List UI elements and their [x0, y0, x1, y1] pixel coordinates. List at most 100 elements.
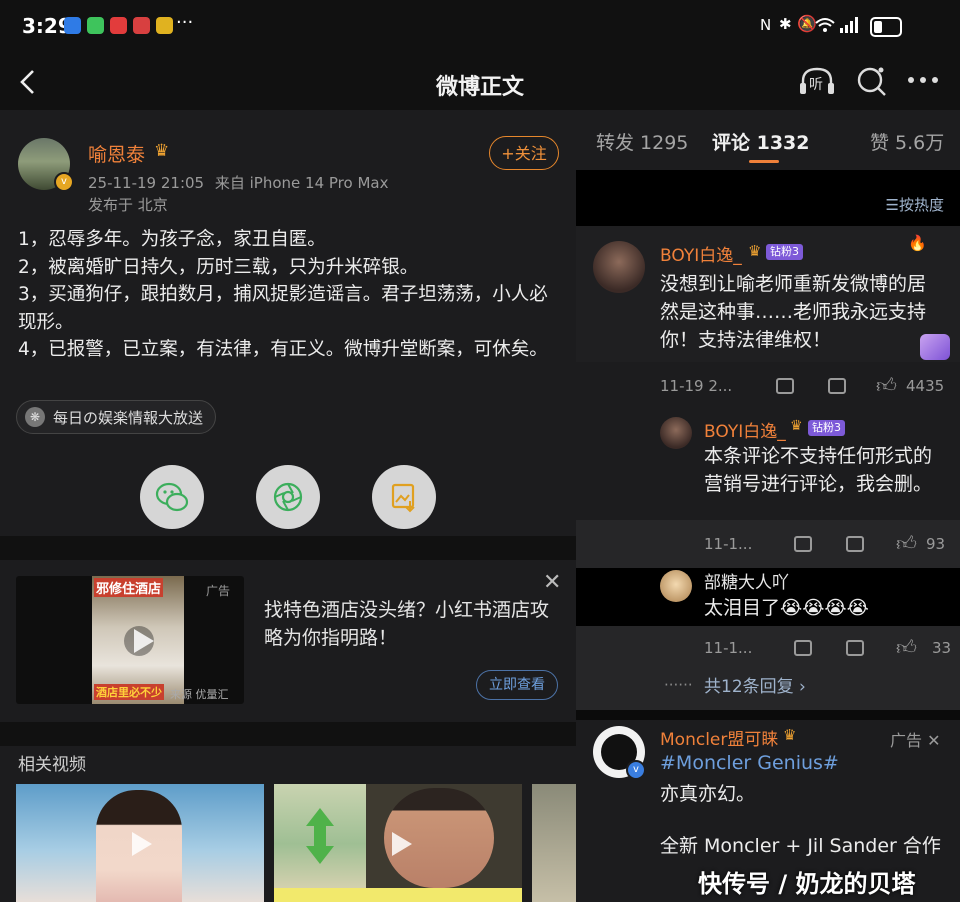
tab-bar: 转发 1295 评论 1332 赞 5.6万 [576, 110, 960, 170]
post-body: 1，忍辱多年。为孩子念，家丑自匿。 2，被离婚旷日持久，历时三载，只为升米碎银。… [18, 226, 563, 364]
verified-badge-icon: v [54, 172, 74, 192]
repost-icon[interactable] [776, 378, 794, 394]
like-icon[interactable]: 👍︎ [876, 373, 897, 398]
sort-by-hot-button[interactable]: ☰按热度 [886, 194, 944, 215]
reply-icon[interactable] [846, 640, 864, 656]
like-icon[interactable]: 👍︎ [896, 635, 917, 660]
play-icon-2 [392, 832, 412, 856]
ad-thumbnail[interactable]: 邪修住酒店 酒店里必不少 广告 来源 优量汇 [16, 576, 244, 704]
reply-icon[interactable] [846, 536, 864, 552]
ellipsis: ······ [664, 676, 693, 694]
app-notification-icon-3 [156, 17, 173, 34]
listen-label: 听 [809, 77, 823, 93]
play-icon [132, 832, 152, 856]
ad-thumb-label: 广告 [206, 584, 231, 598]
tag-icon: ❋ [25, 407, 45, 427]
comment-text: 没想到让喻老师重新发微博的居然是这种事……老师我永远支持你！支持法律维权！ [660, 273, 927, 351]
post-panel: v 喻恩泰 ♛ 25-11-19 21:05 来自 iPhone 14 Pro … [0, 110, 576, 902]
ad-label-text: 广告 [890, 731, 923, 750]
nav-bar: 微博正文 听 [0, 55, 960, 111]
post-line-4: 4，已报警，已立案，有法律，有正义。微博升堂断案，可休矣。 [18, 339, 548, 360]
sort-icon: ☰ [885, 196, 899, 214]
ad-comment-label: 广告 ✕ [890, 727, 941, 751]
search-icon[interactable] [856, 65, 888, 97]
ad-text[interactable]: 找特色酒店没头绪？小红书酒店攻略为你指明路！ [264, 596, 564, 652]
ad-thumb-caption: 酒店里必不少 [94, 684, 164, 700]
ad-comment-line2: 亦真亦幻。 [660, 783, 756, 805]
save-image-icon [391, 483, 415, 513]
reply-like-count: 93 [926, 535, 946, 553]
author-name[interactable]: 喻恩泰 [88, 140, 145, 167]
repost-icon[interactable] [794, 536, 812, 552]
related-video-2[interactable] [274, 784, 522, 902]
wechat-icon [155, 482, 189, 512]
status-bar: 3:29 ··· N ✱ 🔕 [0, 0, 960, 55]
wechat-notification-icon [87, 17, 104, 34]
share-wechat-button[interactable] [140, 465, 204, 529]
vip-decoration-icon [920, 334, 950, 360]
more-notifications: ··· [176, 12, 194, 33]
swap-arrow-icon [306, 808, 334, 864]
battery-icon [870, 17, 902, 37]
signal-icon [840, 17, 858, 33]
tab-repost[interactable]: 转发 1295 [596, 128, 688, 155]
fan-badge: 钻粉3 [808, 420, 845, 436]
post-line-2: 2，被离婚旷日持久，历时三载，只为升米碎银。 [18, 256, 419, 278]
more-replies-link[interactable]: 共12条回复 › [704, 672, 806, 697]
verified-blue-icon: v [626, 760, 646, 780]
save-image-button[interactable] [372, 465, 436, 529]
post-meta: 25-11-19 21:05 来自 iPhone 14 Pro Max [88, 172, 388, 193]
post-line-3: 3，买通狗仔，跟拍数月，捕风捉影造谣言。君子坦荡荡，小人必现形。 [18, 284, 548, 333]
ad-hashtag[interactable]: #Moncler Genius# [660, 752, 839, 774]
crown-icon: ♛ [790, 418, 803, 434]
related-video-1[interactable] [16, 784, 264, 902]
ad-thumb-title: 邪修住酒店 [94, 578, 164, 597]
watermark: 快传号 / 奶龙的贝塔 [698, 870, 916, 898]
browser-notification-icon [64, 17, 81, 34]
repost-icon[interactable] [794, 640, 812, 656]
like-icon[interactable]: 👍︎ [896, 531, 917, 556]
more-options-icon[interactable] [906, 75, 940, 85]
app-notification-icon [110, 17, 127, 34]
reply-date: 11-1... [704, 535, 753, 553]
more-replies-label: 共12条回复 [704, 677, 794, 697]
reply-name-2[interactable]: 部糖大人吖 [704, 568, 789, 593]
comments-panel: 转发 1295 评论 1332 赞 5.6万 ☰按热度 BOYI白逸_ ♛ 钻粉… [576, 110, 960, 902]
crown-icon: ♛ [783, 726, 797, 744]
post-location: 发布于 北京 [88, 196, 168, 214]
share-moments-button[interactable] [256, 465, 320, 529]
reply-avatar-2[interactable] [660, 570, 692, 602]
post-source: 来自 iPhone 14 Pro Max [214, 174, 389, 192]
commenter-avatar[interactable] [593, 241, 645, 293]
reply-like-count-2: 33 [932, 639, 952, 657]
reply-name[interactable]: BOYI白逸_ [704, 417, 786, 442]
mute-icon: 🔕 [797, 14, 817, 33]
tab-like[interactable]: 赞 5.6万 [870, 128, 944, 155]
related-videos-title: 相关视频 [18, 755, 86, 775]
ad-comment-line3: 全新 Moncler + Jil Sander 合作 [660, 835, 941, 857]
fan-badge: 钻粉3 [766, 244, 803, 260]
tab-comment[interactable]: 评论 1332 [712, 128, 810, 155]
comment-divider [576, 710, 960, 720]
close-icon[interactable]: ✕ [927, 731, 940, 750]
ad-view-button[interactable]: 立即查看 [476, 670, 558, 700]
comment-date: 11-19 2... [660, 377, 733, 395]
related-video-3[interactable] [532, 784, 576, 902]
ad-source: 来源 优量汇 [170, 688, 229, 701]
moments-icon [273, 482, 303, 512]
video-2-caption-bar [274, 888, 522, 902]
ad-close-icon[interactable]: ✕ [543, 570, 561, 595]
commenter-name[interactable]: BOYI白逸_ [660, 241, 742, 266]
reply-date-2: 11-1... [704, 639, 753, 657]
chevron-right-icon: › [799, 677, 806, 697]
comment-like-count: 4435 [906, 377, 945, 395]
ad-commenter-name[interactable]: Moncler盟可睐 [660, 725, 778, 750]
wifi-icon [815, 18, 835, 32]
section-divider [0, 536, 576, 560]
reply-avatar[interactable] [660, 417, 692, 449]
reply-text-2: 太泪目了😭😭😭😭 [704, 597, 869, 619]
topic-tag[interactable]: ❋ 每日の娱楽情報大放送 [16, 400, 217, 434]
follow-button[interactable]: +关注 [489, 136, 559, 170]
listen-button[interactable]: 听 [798, 65, 836, 97]
reply-icon[interactable] [828, 378, 846, 394]
